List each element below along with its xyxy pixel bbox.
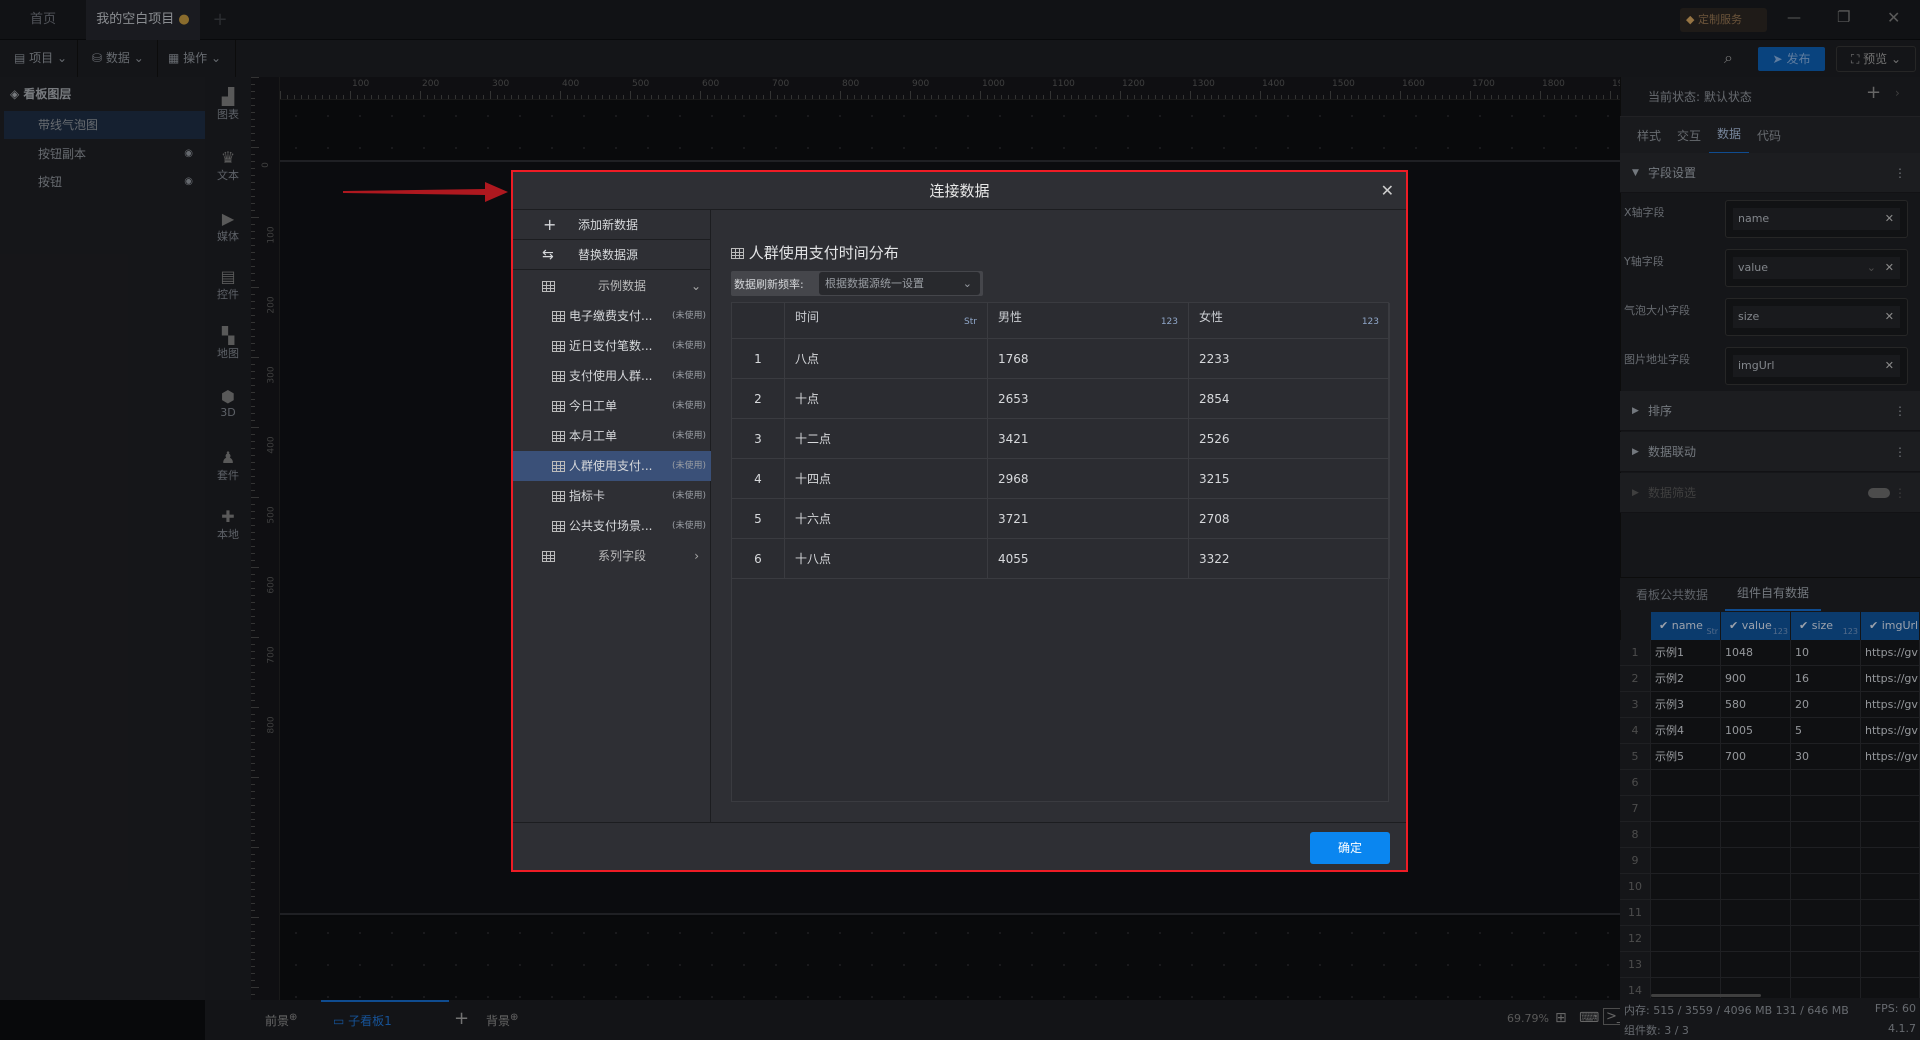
- table-cell: 2233: [1189, 339, 1390, 379]
- index-header: [732, 303, 785, 339]
- table-icon: [542, 551, 555, 562]
- dataset-label: 人群使用支付...: [569, 459, 653, 473]
- dataset-label: 今日工单: [569, 399, 618, 413]
- unused-badge: (未使用): [671, 371, 706, 381]
- dialog-title: 连接数据: [929, 182, 990, 200]
- column-name: 女性: [1199, 310, 1224, 324]
- refresh-value: 根据数据源统一设置: [825, 277, 924, 290]
- chevron-right-icon: ›: [694, 549, 699, 563]
- unused-badge: (未使用): [671, 401, 706, 411]
- table-icon: [552, 401, 565, 412]
- close-icon[interactable]: ✕: [1381, 172, 1394, 210]
- unused-badge: (未使用): [671, 311, 706, 321]
- dataset-label: 近日支付笔数...: [569, 339, 653, 353]
- table-cell: 2526: [1189, 419, 1390, 459]
- row-index: 5: [732, 499, 785, 539]
- table-cell: 十点: [785, 379, 988, 419]
- dataset-label: 公共支付场景...: [569, 519, 653, 533]
- dataset-item[interactable]: 本月工单 (未使用): [513, 421, 711, 451]
- swap-icon: ⇆: [542, 247, 554, 263]
- group-label: 示例数据: [598, 279, 647, 293]
- plus-icon: +: [543, 215, 557, 234]
- row-index: 2: [732, 379, 785, 419]
- dataset-label: 本月工单: [569, 429, 618, 443]
- add-data-label: 添加新数据: [578, 218, 639, 232]
- dataset-item[interactable]: 近日支付笔数... (未使用): [513, 331, 711, 361]
- unused-badge: (未使用): [671, 491, 706, 501]
- refresh-label: 数据刷新频率:: [734, 278, 804, 291]
- table-cell: 4055: [988, 539, 1189, 579]
- dataset-sidebar: + 添加新数据 ⇆ 替换数据源 示例数据 ⌄ 系列字段 › 电子缴费支付... (未使用)…: [513, 210, 711, 822]
- table-cell: 八点: [785, 339, 988, 379]
- table-cell: 3322: [1189, 539, 1390, 579]
- confirm-button[interactable]: 确定: [1310, 832, 1390, 864]
- unused-badge: (未使用): [671, 461, 706, 471]
- row-index: 6: [732, 539, 785, 579]
- table-cell: 1768: [988, 339, 1189, 379]
- column-name: 时间: [795, 310, 820, 324]
- table-cell: 2968: [988, 459, 1189, 499]
- column-type: Str: [964, 317, 977, 327]
- row-index: 4: [732, 459, 785, 499]
- table-cell: 十四点: [785, 459, 988, 499]
- dataset-label: 支付使用人群...: [569, 369, 653, 383]
- dataset-item[interactable]: 公共支付场景... (未使用): [513, 511, 711, 541]
- table-cell: 2708: [1189, 499, 1390, 539]
- table-cell: 十二点: [785, 419, 988, 459]
- group-label: 系列字段: [598, 549, 647, 563]
- dataset-title-label: 人群使用支付时间分布: [748, 244, 899, 262]
- unused-badge: (未使用): [671, 341, 706, 351]
- connect-data-dialog: 连接数据 ✕ + 添加新数据 ⇆ 替换数据源 示例数据 ⌄ 系列字段 › 电子缴费支付..…: [511, 170, 1408, 872]
- table-icon: [552, 521, 565, 532]
- unused-badge: (未使用): [671, 521, 706, 531]
- series-field-group[interactable]: 系列字段 ›: [513, 541, 711, 571]
- column-type: 123: [1361, 317, 1379, 327]
- column-type: 123: [1160, 317, 1178, 327]
- dataset-item[interactable]: 电子缴费支付... (未使用): [513, 301, 711, 331]
- table-cell: 3215: [1189, 459, 1390, 499]
- replace-source-button[interactable]: ⇆ 替换数据源: [513, 240, 711, 270]
- table-icon: [552, 371, 565, 382]
- dataset-item[interactable]: 今日工单 (未使用): [513, 391, 711, 421]
- column-header: 时间 Str: [785, 303, 988, 339]
- refresh-select[interactable]: 根据数据源统一设置 ⌄: [819, 272, 980, 295]
- sample-data-group[interactable]: 示例数据 ⌄: [513, 271, 711, 301]
- dialog-header: 连接数据 ✕: [513, 172, 1406, 210]
- table-icon: [552, 341, 565, 352]
- table-icon: [552, 491, 565, 502]
- refresh-row: 数据刷新频率: 根据数据源统一设置 ⌄: [731, 271, 983, 296]
- column-name: 男性: [998, 310, 1023, 324]
- table-icon: [542, 281, 555, 292]
- table-icon: [552, 431, 565, 442]
- replace-source-label: 替换数据源: [578, 248, 639, 262]
- row-index: 1: [732, 339, 785, 379]
- row-index: 3: [732, 419, 785, 459]
- table-icon: [731, 248, 744, 259]
- dataset-item[interactable]: 支付使用人群... (未使用): [513, 361, 711, 391]
- table-cell: 2854: [1189, 379, 1390, 419]
- table-icon: [552, 311, 565, 322]
- dataset-label: 电子缴费支付...: [569, 309, 653, 323]
- chevron-down-icon: ⌄: [962, 277, 972, 290]
- column-header: 女性 123: [1189, 303, 1390, 339]
- table-cell: 3421: [988, 419, 1189, 459]
- table-cell: 2653: [988, 379, 1189, 419]
- column-header: 男性 123: [988, 303, 1189, 339]
- chevron-down-icon: ⌄: [690, 279, 701, 293]
- table-cell: 十六点: [785, 499, 988, 539]
- preview-table: 时间 Str 男性 123 女性 123 1 八点 1768 2233 2 十点 2653 2854 3 十二…: [731, 302, 1390, 802]
- table-icon: [552, 461, 565, 472]
- table-cell: 十八点: [785, 539, 988, 579]
- dataset-label: 指标卡: [569, 489, 606, 503]
- dataset-item[interactable]: 人群使用支付... (未使用): [513, 451, 711, 481]
- unused-badge: (未使用): [671, 431, 706, 441]
- dialog-footer: 确定: [513, 822, 1406, 870]
- dataset-title: 人群使用支付时间分布: [731, 242, 899, 263]
- dataset-item[interactable]: 指标卡 (未使用): [513, 481, 711, 511]
- table-cell: 3721: [988, 499, 1189, 539]
- add-data-button[interactable]: + 添加新数据: [513, 210, 711, 240]
